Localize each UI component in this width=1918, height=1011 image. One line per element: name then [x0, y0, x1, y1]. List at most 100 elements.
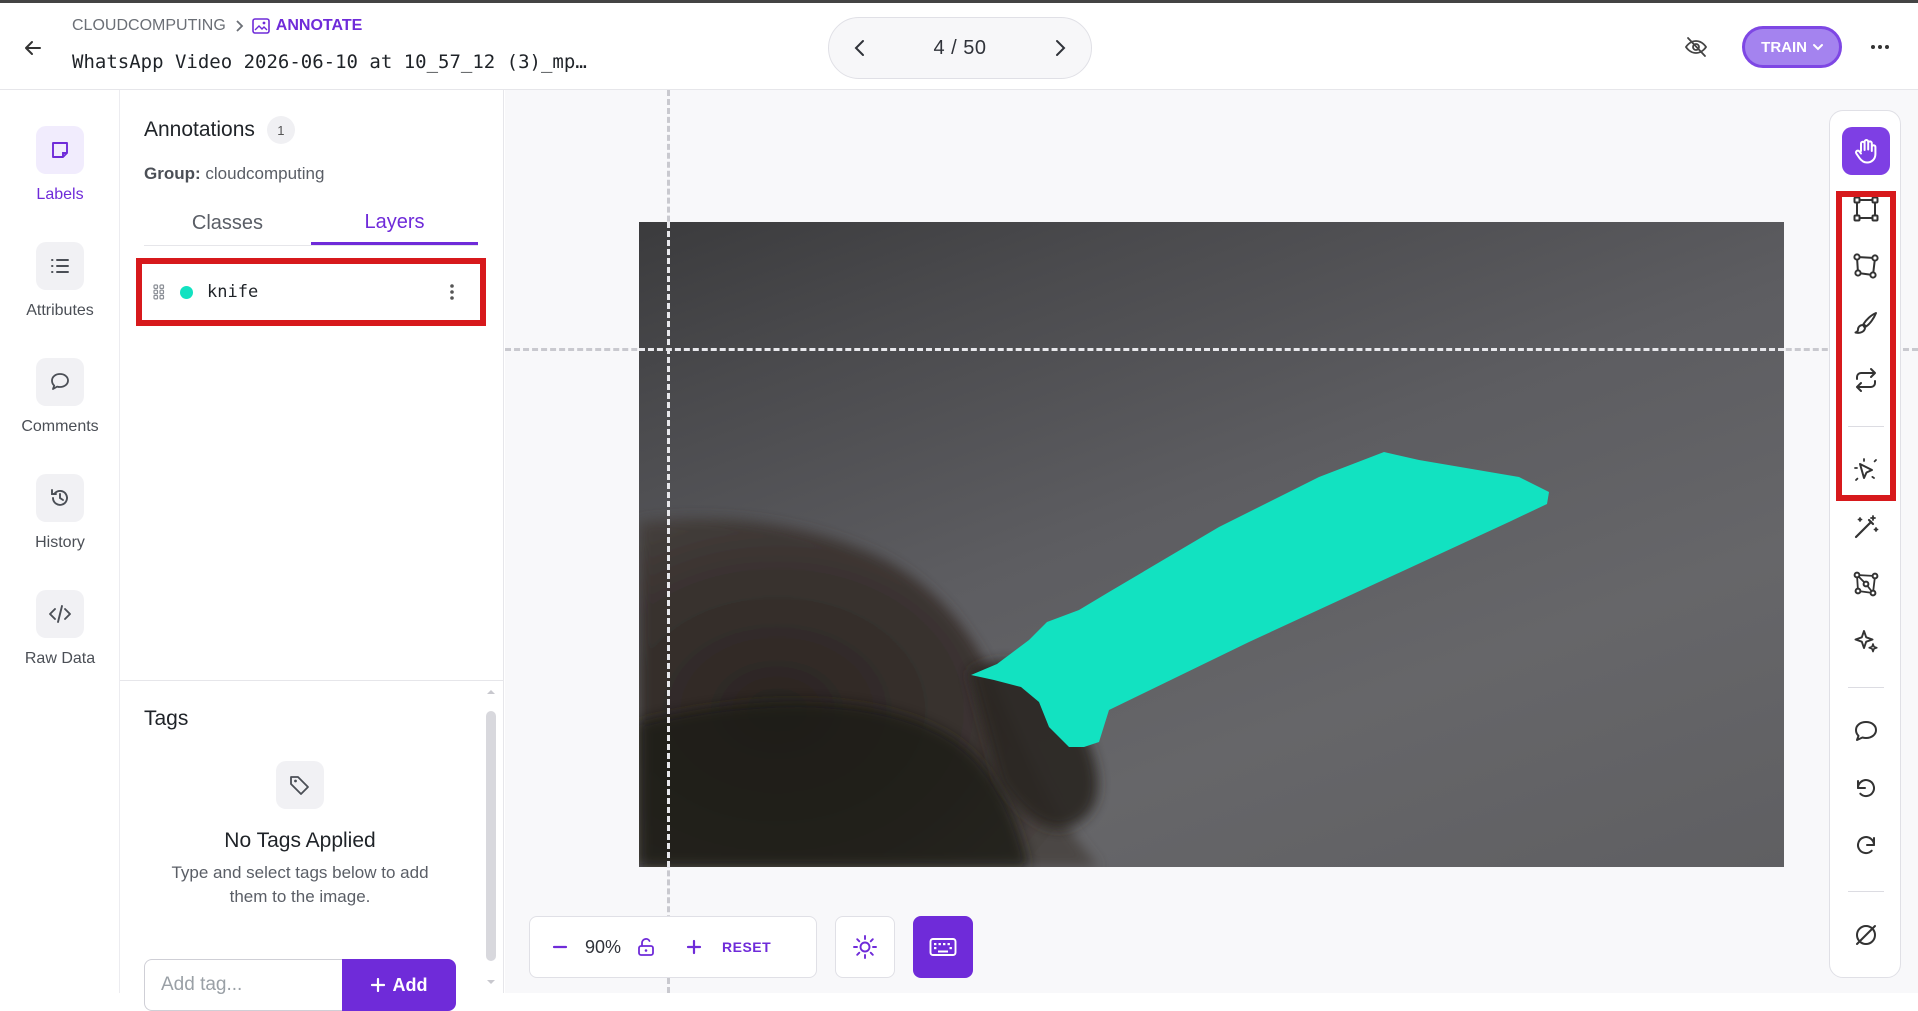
labels-icon	[36, 126, 84, 174]
brush-icon	[1854, 312, 1877, 334]
annotations-title: Annotations	[144, 118, 255, 141]
chevron-down-icon	[1813, 44, 1823, 51]
tool-ai-assist[interactable]	[1842, 617, 1890, 665]
redo-icon	[1857, 836, 1875, 855]
tool-brush[interactable]	[1842, 299, 1890, 347]
breadcrumb: CLOUDCOMPUTING ANNOTATE	[72, 17, 362, 35]
tab-layers[interactable]: Layers	[311, 202, 478, 245]
magic-wand-icon	[1854, 515, 1879, 539]
zoom-out-button[interactable]	[546, 933, 574, 961]
next-image-button[interactable]	[1045, 33, 1075, 63]
reset-zoom-button[interactable]: RESET	[722, 939, 771, 955]
tool-clear[interactable]	[1842, 911, 1890, 959]
left-nav: Labels Attributes Comments History Raw D…	[0, 90, 120, 993]
toggle-visibility-button[interactable]	[1678, 29, 1714, 65]
more-vertical-icon	[450, 284, 454, 300]
train-button[interactable]: TRAIN	[1742, 26, 1842, 68]
keyboard-shortcuts-button[interactable]	[913, 916, 973, 978]
add-tag-label: Add	[392, 974, 428, 995]
tool-keypoints[interactable]	[1842, 560, 1890, 608]
tool-polygon[interactable]	[1842, 242, 1890, 290]
arrow-left-icon	[25, 41, 41, 55]
undo-icon	[1857, 779, 1875, 798]
convert-icon	[1856, 368, 1876, 392]
add-tag-input[interactable]	[144, 959, 342, 1011]
brightness-button[interactable]	[835, 916, 895, 978]
panel-tabs: Classes Layers	[144, 202, 478, 246]
tool-bounding-box[interactable]	[1842, 185, 1890, 233]
nav-history[interactable]: History	[0, 474, 120, 552]
tool-palette	[1829, 110, 1901, 978]
clear-icon	[1856, 925, 1876, 945]
nav-comments-label: Comments	[21, 418, 99, 435]
group-value: cloudcomputing	[205, 164, 325, 183]
tool-comment[interactable]	[1842, 707, 1890, 755]
tags-title: Tags	[144, 707, 189, 730]
list-icon	[36, 242, 84, 290]
tool-undo[interactable]	[1842, 764, 1890, 812]
group-line: Group: cloudcomputing	[144, 164, 324, 184]
zoom-in-button[interactable]	[680, 933, 708, 961]
knife-polygon[interactable]	[971, 452, 1549, 747]
tool-smart-select[interactable]	[1842, 446, 1890, 494]
chevron-right-icon	[1055, 40, 1066, 56]
tags-scrollbar[interactable]	[484, 687, 498, 987]
plus-icon	[370, 978, 385, 992]
tool-magic-wand[interactable]	[1842, 503, 1890, 551]
zoom-controls: 90% RESET	[529, 916, 817, 978]
annotation-canvas[interactable]: 90% RESET	[505, 90, 1918, 993]
tool-divider	[1848, 426, 1884, 427]
tool-redo[interactable]	[1842, 821, 1890, 869]
image-content	[639, 452, 1549, 867]
lock-zoom-button[interactable]	[632, 933, 660, 961]
nav-raw-data-label: Raw Data	[24, 650, 96, 667]
keyboard-icon	[929, 938, 957, 956]
chevron-right-icon	[234, 20, 244, 32]
layer-menu-button[interactable]	[442, 282, 462, 302]
breadcrumb-current: ANNOTATE	[251, 17, 363, 35]
crosshair-horizontal	[639, 348, 1784, 351]
nav-comments[interactable]: Comments	[0, 358, 120, 436]
eye-off-icon	[1685, 37, 1708, 57]
image-pager: 4 / 50	[828, 17, 1092, 79]
top-right-actions: TRAIN	[1678, 25, 1918, 69]
ai-sparkle-icon	[1854, 630, 1878, 653]
prev-image-button[interactable]	[845, 33, 875, 63]
scroll-down-icon[interactable]	[485, 977, 497, 987]
tool-convert[interactable]	[1842, 356, 1890, 404]
scroll-thumb[interactable]	[486, 711, 496, 961]
image-icon	[251, 18, 270, 34]
drag-handle-icon[interactable]	[152, 283, 166, 301]
nav-history-label: History	[35, 534, 85, 551]
tool-divider	[1848, 891, 1884, 892]
image-frame[interactable]	[639, 222, 1784, 867]
crosshair-vertical	[667, 222, 670, 867]
tool-pan[interactable]	[1842, 127, 1890, 175]
breadcrumb-project[interactable]: CLOUDCOMPUTING	[72, 17, 226, 35]
nav-labels-label: Labels	[36, 186, 84, 203]
unlock-icon	[638, 938, 654, 956]
top-bar: CLOUDCOMPUTING ANNOTATE WhatsApp Video 2…	[0, 0, 1918, 90]
add-tag-button[interactable]: Add	[342, 959, 456, 1011]
nav-attributes[interactable]: Attributes	[0, 242, 120, 320]
tool-divider	[1848, 687, 1884, 688]
breadcrumb-current-label: ANNOTATE	[275, 17, 363, 34]
minus-icon	[552, 945, 568, 949]
more-options-button[interactable]	[1860, 27, 1900, 67]
layer-item[interactable]: knife	[136, 258, 486, 326]
group-label: Group:	[144, 164, 201, 183]
nav-labels[interactable]: Labels	[0, 126, 120, 204]
scroll-up-icon[interactable]	[485, 687, 497, 697]
history-icon	[36, 474, 84, 522]
polygon-icon	[1853, 253, 1879, 279]
nav-raw-data[interactable]: Raw Data	[0, 590, 120, 668]
nav-attributes-label: Attributes	[26, 302, 94, 319]
comment-icon	[36, 358, 84, 406]
chevron-left-icon	[854, 40, 864, 56]
more-horizontal-icon	[1871, 45, 1889, 49]
tab-classes[interactable]: Classes	[144, 202, 311, 245]
back-button[interactable]	[20, 35, 46, 61]
plus-icon	[686, 939, 702, 955]
layer-name: knife	[207, 282, 259, 302]
annotations-count-badge: 1	[266, 116, 295, 144]
